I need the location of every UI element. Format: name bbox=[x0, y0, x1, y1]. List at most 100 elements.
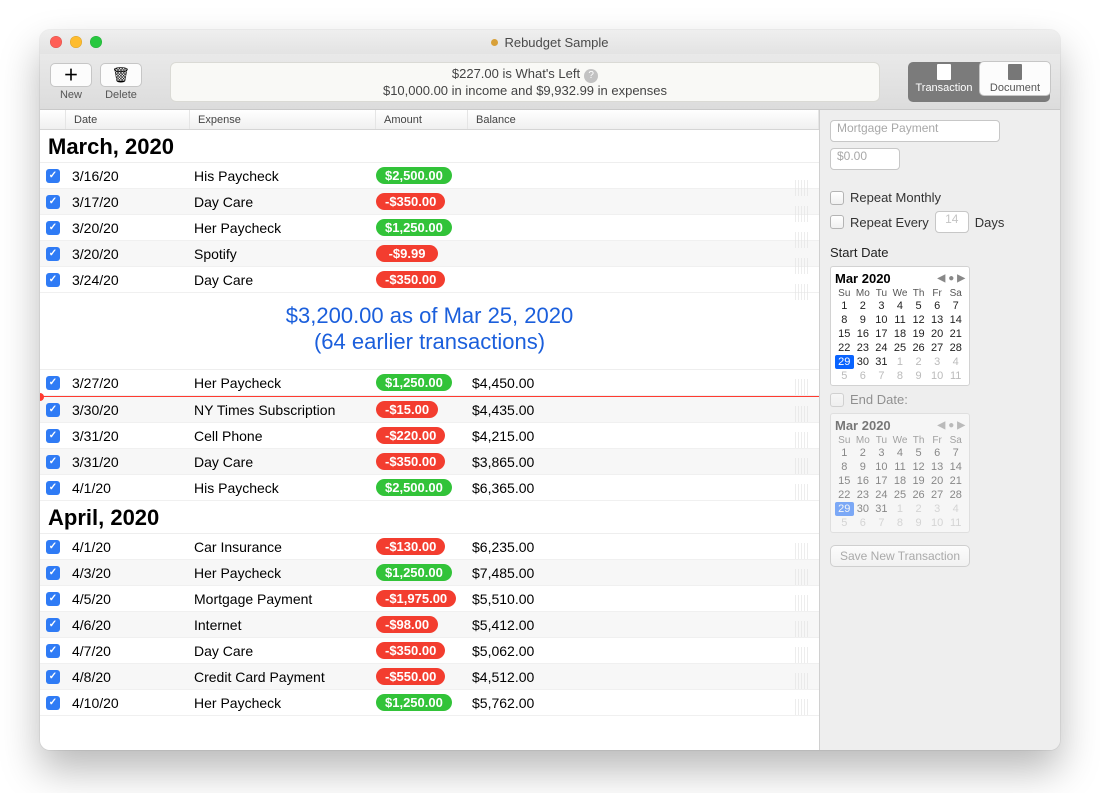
checkbox-icon[interactable] bbox=[46, 221, 60, 235]
cal-next-icon[interactable]: ▶ bbox=[957, 420, 965, 431]
calendar-day[interactable]: 21 bbox=[946, 327, 965, 341]
cal-next-icon[interactable]: ▶ bbox=[957, 273, 965, 284]
drag-handle-icon[interactable] bbox=[795, 458, 809, 474]
calendar-day[interactable]: 7 bbox=[872, 369, 891, 383]
calendar-day[interactable]: 11 bbox=[891, 460, 910, 474]
calendar-day[interactable]: 2 bbox=[909, 502, 928, 516]
calendar-day[interactable]: 10 bbox=[872, 460, 891, 474]
calendar-day[interactable]: 9 bbox=[909, 516, 928, 530]
checkbox-icon[interactable] bbox=[46, 403, 60, 417]
calendar-day[interactable]: 5 bbox=[909, 446, 928, 460]
calendar-day[interactable]: 2 bbox=[854, 299, 873, 313]
calendar-day[interactable]: 6 bbox=[854, 369, 873, 383]
drag-handle-icon[interactable] bbox=[795, 647, 809, 663]
amount-input[interactable]: $0.00 bbox=[830, 148, 900, 170]
table-row[interactable]: 4/10/20Her Paycheck$1,250.00$5,762.00 bbox=[40, 690, 819, 716]
table-row[interactable]: 3/24/20Day Care-$350.00 bbox=[40, 267, 819, 293]
calendar-day[interactable]: 6 bbox=[928, 299, 947, 313]
calendar-day[interactable]: 14 bbox=[946, 313, 965, 327]
drag-handle-icon[interactable] bbox=[795, 258, 809, 274]
calendar-day[interactable]: 27 bbox=[928, 488, 947, 502]
header-date[interactable]: Date bbox=[66, 110, 190, 129]
calendar-day[interactable]: 12 bbox=[909, 313, 928, 327]
calendar-day[interactable]: 7 bbox=[946, 446, 965, 460]
calendar-day[interactable]: 19 bbox=[909, 474, 928, 488]
table-row[interactable]: 3/31/20Cell Phone-$220.00$4,215.00 bbox=[40, 423, 819, 449]
calendar-day[interactable]: 20 bbox=[928, 474, 947, 488]
calendar-day[interactable]: 4 bbox=[946, 355, 965, 369]
calendar-day[interactable]: 12 bbox=[909, 460, 928, 474]
drag-handle-icon[interactable] bbox=[795, 432, 809, 448]
calendar-day[interactable]: 24 bbox=[872, 488, 891, 502]
calendar-day[interactable]: 18 bbox=[891, 474, 910, 488]
calendar-day[interactable]: 8 bbox=[891, 369, 910, 383]
calendar-day[interactable]: 15 bbox=[835, 327, 854, 341]
calendar-day[interactable]: 21 bbox=[946, 474, 965, 488]
calendar-day[interactable]: 9 bbox=[854, 460, 873, 474]
drag-handle-icon[interactable] bbox=[795, 206, 809, 222]
calendar-day[interactable]: 20 bbox=[928, 327, 947, 341]
calendar-day[interactable]: 4 bbox=[946, 502, 965, 516]
calendar-day[interactable]: 29 bbox=[835, 502, 854, 516]
delete-button[interactable]: 🗑 Delete bbox=[100, 63, 142, 101]
calendar-day[interactable]: 11 bbox=[891, 313, 910, 327]
table-row[interactable]: 3/16/20His Paycheck$2,500.00 bbox=[40, 163, 819, 189]
calendar-day[interactable]: 3 bbox=[928, 355, 947, 369]
calendar-day[interactable]: 9 bbox=[854, 313, 873, 327]
checkbox-icon[interactable] bbox=[46, 429, 60, 443]
calendar-day[interactable]: 8 bbox=[891, 516, 910, 530]
calendar-day[interactable]: 5 bbox=[909, 299, 928, 313]
tab-transaction[interactable]: Transaction bbox=[908, 62, 980, 95]
tab-document[interactable]: Document bbox=[979, 61, 1051, 96]
cal-prev-icon[interactable]: ◀ bbox=[938, 420, 946, 431]
calendar-day[interactable]: 10 bbox=[872, 313, 891, 327]
calendar-day[interactable]: 5 bbox=[835, 516, 854, 530]
table-row[interactable]: 4/3/20Her Paycheck$1,250.00$7,485.00 bbox=[40, 560, 819, 586]
drag-handle-icon[interactable] bbox=[795, 595, 809, 611]
calendar-day[interactable]: 14 bbox=[946, 460, 965, 474]
checkbox-icon[interactable] bbox=[46, 273, 60, 287]
calendar-day[interactable]: 3 bbox=[872, 446, 891, 460]
repeat-days-input[interactable]: 14 bbox=[935, 211, 969, 233]
calendar-day[interactable]: 8 bbox=[835, 460, 854, 474]
header-amount[interactable]: Amount bbox=[376, 110, 468, 129]
calendar-day[interactable]: 30 bbox=[854, 502, 873, 516]
table-row[interactable]: 3/30/20NY Times Subscription-$15.00$4,43… bbox=[40, 397, 819, 423]
calendar-day[interactable]: 23 bbox=[854, 341, 873, 355]
calendar-day[interactable]: 4 bbox=[891, 446, 910, 460]
calendar-day[interactable]: 28 bbox=[946, 488, 965, 502]
calendar-day[interactable]: 18 bbox=[891, 327, 910, 341]
table-row[interactable]: 4/1/20Car Insurance-$130.00$6,235.00 bbox=[40, 534, 819, 560]
calendar-day[interactable]: 1 bbox=[891, 355, 910, 369]
calendar-day[interactable]: 22 bbox=[835, 341, 854, 355]
calendar-day[interactable]: 30 bbox=[854, 355, 873, 369]
table-row[interactable]: 3/20/20Her Paycheck$1,250.00 bbox=[40, 215, 819, 241]
calendar-day[interactable]: 11 bbox=[946, 516, 965, 530]
table-row[interactable]: 4/6/20Internet-$98.00$5,412.00 bbox=[40, 612, 819, 638]
start-date-calendar[interactable]: Mar 2020◀●▶SuMoTuWeThFrSa123456789101112… bbox=[830, 266, 970, 386]
checkbox-icon[interactable] bbox=[46, 455, 60, 469]
calendar-day[interactable]: 31 bbox=[872, 502, 891, 516]
checkbox-icon[interactable] bbox=[46, 247, 60, 261]
checkbox-icon[interactable] bbox=[46, 540, 60, 554]
calendar-day[interactable]: 9 bbox=[909, 369, 928, 383]
calendar-day[interactable]: 5 bbox=[835, 369, 854, 383]
calendar-day[interactable]: 3 bbox=[872, 299, 891, 313]
calendar-day[interactable]: 4 bbox=[891, 299, 910, 313]
calendar-day[interactable]: 17 bbox=[872, 474, 891, 488]
header-balance[interactable]: Balance bbox=[468, 110, 819, 129]
repeat-every-row[interactable]: Repeat Every 14 Days bbox=[830, 211, 1050, 233]
checkbox-icon[interactable] bbox=[46, 696, 60, 710]
calendar-day[interactable]: 16 bbox=[854, 474, 873, 488]
table-row[interactable]: 3/27/20Her Paycheck$1,250.00$4,450.00 bbox=[40, 370, 819, 396]
calendar-day[interactable]: 16 bbox=[854, 327, 873, 341]
checkbox-icon[interactable] bbox=[46, 376, 60, 390]
table-row[interactable]: 3/31/20Day Care-$350.00$3,865.00 bbox=[40, 449, 819, 475]
checkbox-icon[interactable] bbox=[830, 393, 844, 407]
table-row[interactable]: 4/5/20Mortgage Payment-$1,975.00$5,510.0… bbox=[40, 586, 819, 612]
table-row[interactable]: 3/20/20Spotify-$9.99 bbox=[40, 241, 819, 267]
calendar-day[interactable]: 1 bbox=[835, 446, 854, 460]
calendar-day[interactable]: 13 bbox=[928, 313, 947, 327]
calendar-day[interactable]: 26 bbox=[909, 488, 928, 502]
table-row[interactable]: 4/1/20His Paycheck$2,500.00$6,365.00 bbox=[40, 475, 819, 501]
